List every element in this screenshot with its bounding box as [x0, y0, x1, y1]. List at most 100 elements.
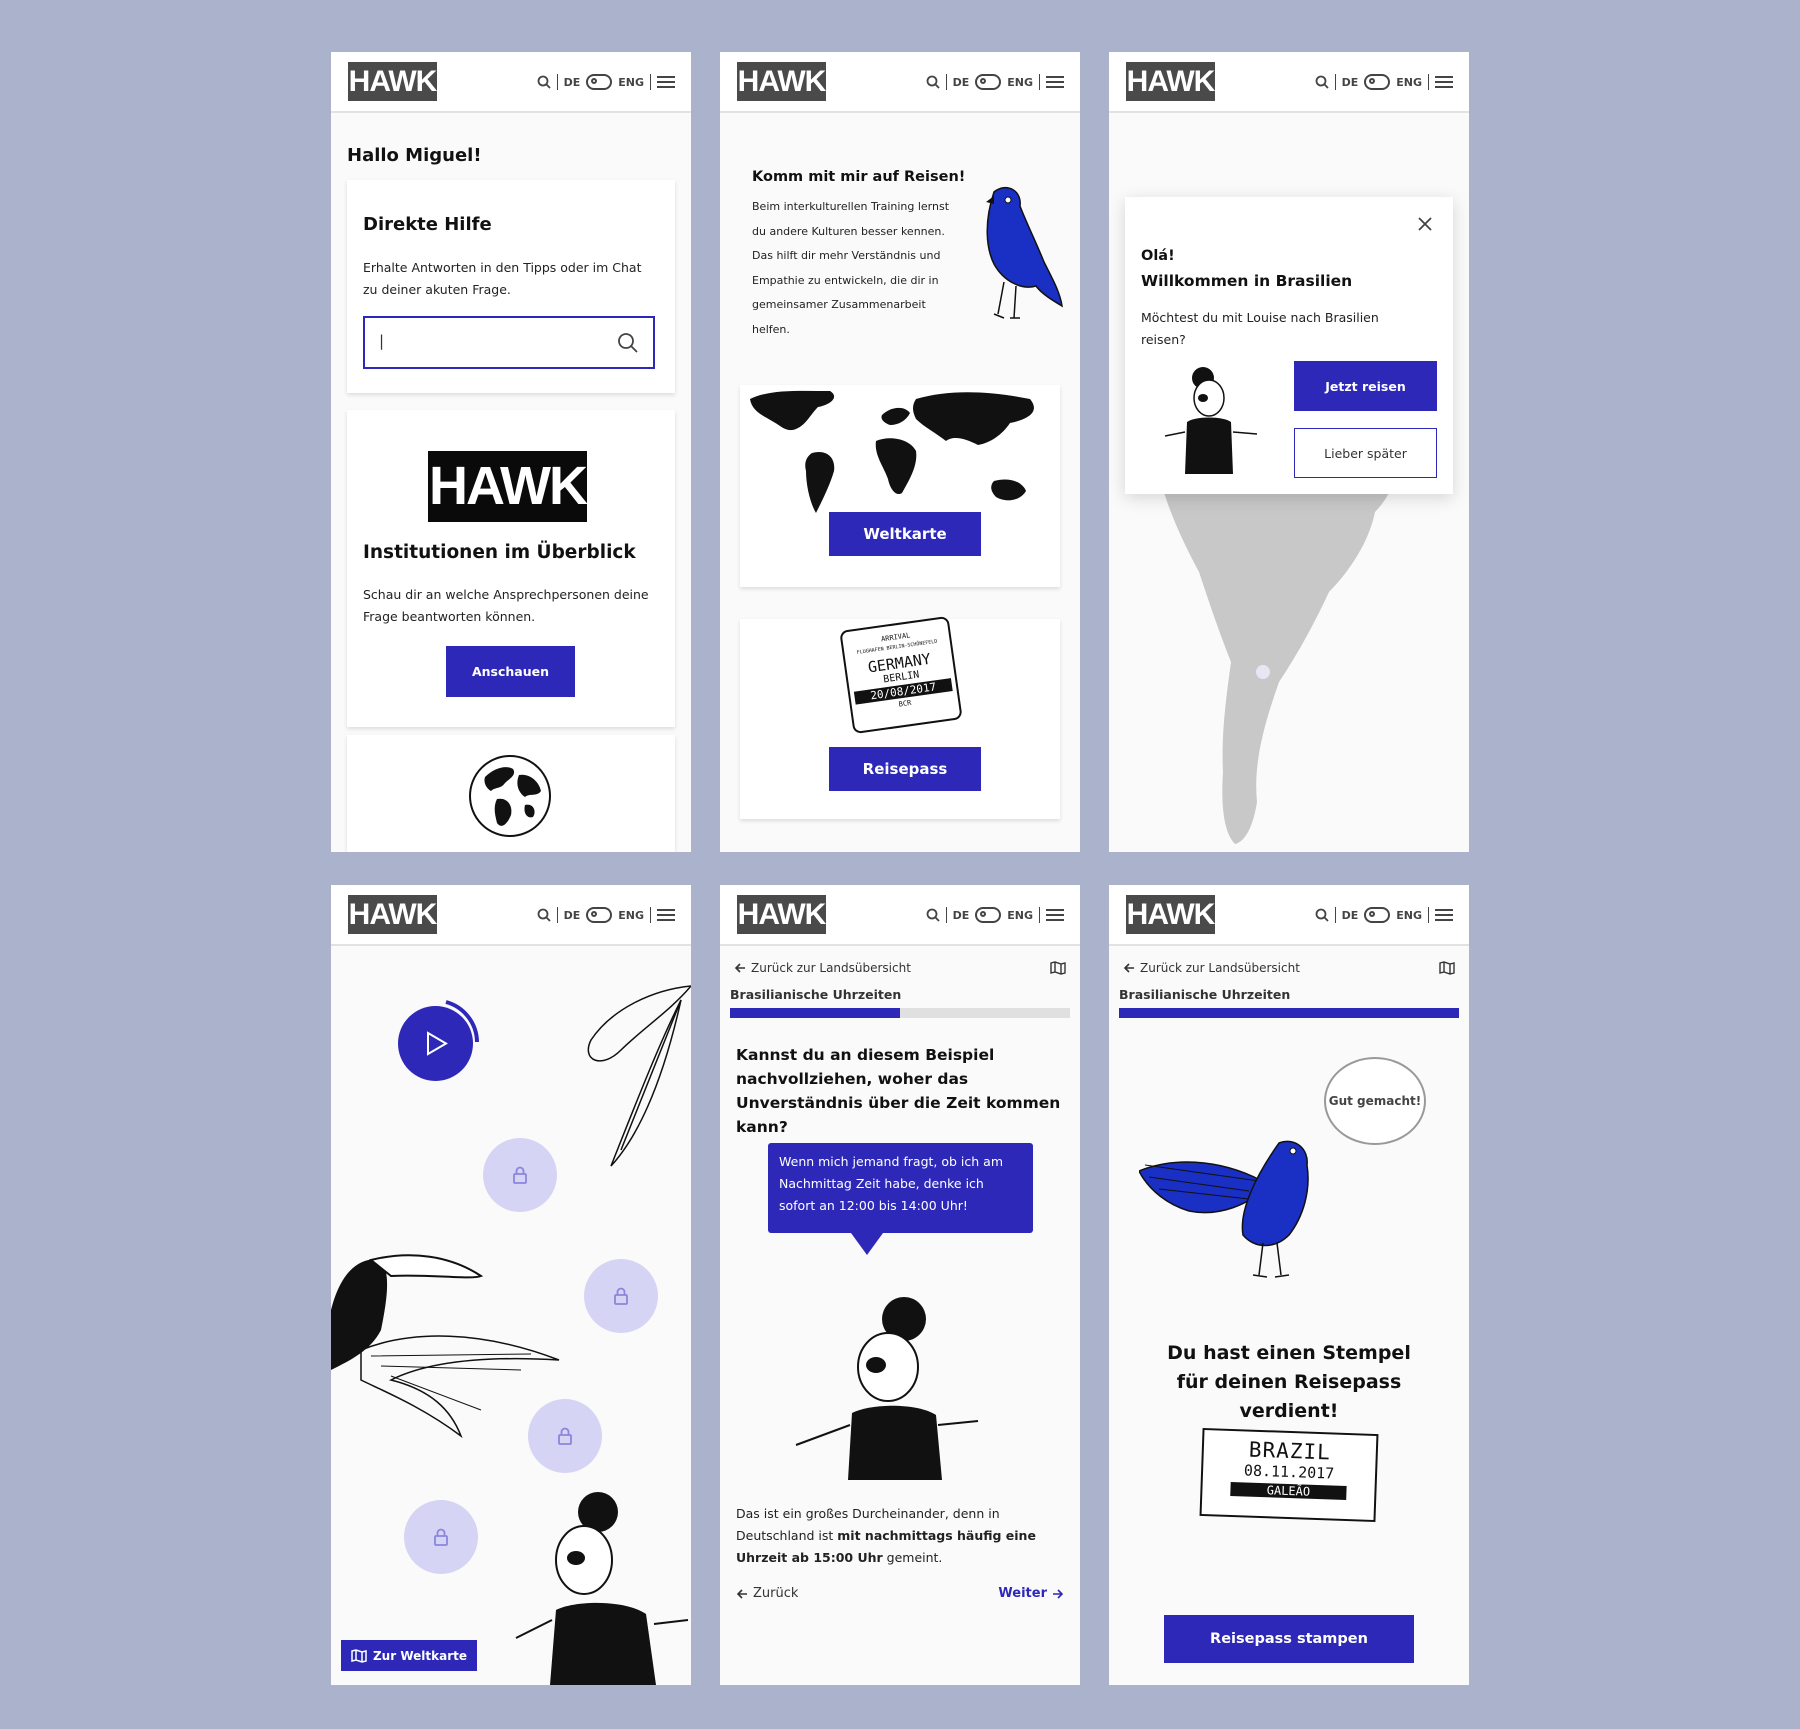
header-tools: DE ENG — [1315, 906, 1453, 924]
screen-lesson: HAWK DE ENG Zurück zur Landsübersicht Br… — [720, 885, 1080, 1685]
progress-fill — [730, 1008, 900, 1018]
header-tools: DE ENG — [537, 73, 675, 91]
language-toggle[interactable] — [1364, 907, 1391, 923]
search-icon[interactable] — [537, 75, 551, 89]
locked-level[interactable] — [584, 1259, 658, 1333]
header: HAWK DE ENG — [331, 52, 691, 113]
help-title: Direkte Hilfe — [363, 214, 492, 235]
search-icon[interactable] — [1315, 908, 1329, 922]
hawk-logo[interactable]: HAWK — [348, 62, 437, 101]
institutions-text: Schau dir an welche Ansprechpersonen dei… — [363, 587, 649, 624]
lang-de[interactable]: DE — [953, 76, 970, 89]
close-icon[interactable] — [1417, 216, 1433, 232]
toucan-illustration — [331, 1254, 560, 1439]
lang-eng[interactable]: ENG — [618, 76, 644, 89]
search-value: | — [379, 332, 385, 350]
lang-eng[interactable]: ENG — [1396, 909, 1422, 922]
back-label: Zurück zur Landsübersicht — [751, 961, 911, 975]
menu-icon[interactable] — [1435, 76, 1453, 88]
weiter-button[interactable]: Weiter — [998, 1586, 1064, 1601]
menu-icon[interactable] — [1046, 909, 1064, 921]
back-link[interactable]: Zurück zur Landsübersicht — [1123, 961, 1300, 975]
question: Kannst du an diesem Beispiel nachvollzie… — [736, 1046, 1061, 1136]
zur-weltkarte-button[interactable]: Zur Weltkarte — [341, 1640, 477, 1671]
weiter-label: Weiter — [998, 1586, 1047, 1601]
screen-home: HAWK DE ENG Hallo Miguel! Direkte Hilfe … — [331, 52, 691, 852]
hawk-logo[interactable]: HAWK — [1126, 895, 1215, 934]
language-toggle[interactable] — [586, 907, 613, 923]
search-icon[interactable] — [1315, 75, 1329, 89]
parrot-illustration — [1139, 1140, 1309, 1278]
help-card: Direkte Hilfe Erhalte Antworten in den T… — [347, 180, 675, 393]
divider — [1334, 907, 1336, 923]
back-link[interactable]: Zurück zur Landsübersicht — [734, 961, 911, 975]
hawk-logo[interactable]: HAWK — [348, 895, 437, 934]
divider — [650, 74, 651, 90]
lang-de[interactable]: DE — [564, 76, 581, 89]
screen-travel: HAWK DE ENG Komm mit mir auf Reisen! Bei… — [720, 52, 1080, 852]
hawk-logo-large: HAWK — [428, 451, 588, 522]
zurueck-button[interactable]: Zurück — [736, 1586, 798, 1601]
anschauen-button[interactable]: Anschauen — [446, 646, 575, 697]
arrow-right-icon — [1053, 1588, 1064, 1599]
menu-icon[interactable] — [1046, 76, 1064, 88]
explanation-c: gemeint. — [882, 1550, 943, 1565]
help-text: Erhalte Antworten in den Tipps oder im C… — [363, 260, 642, 297]
germany-stamp: ARRIVAL FLUGHAFEN BERLIN-SCHÖNEFELD GERM… — [839, 615, 963, 735]
language-toggle[interactable] — [586, 74, 613, 90]
divider — [1039, 907, 1040, 923]
search-input[interactable]: | — [363, 316, 655, 369]
weltkarte-button[interactable]: Weltkarte — [829, 512, 981, 556]
divider — [1039, 74, 1040, 90]
worldmap-card: Weltkarte — [740, 385, 1060, 587]
globe-icon[interactable] — [467, 753, 553, 839]
menu-icon[interactable] — [657, 76, 675, 88]
lang-de[interactable]: DE — [1342, 909, 1359, 922]
search-icon[interactable] — [537, 908, 551, 922]
map-icon[interactable] — [1439, 961, 1455, 975]
lang-eng[interactable]: ENG — [618, 909, 644, 922]
header: HAWK DE ENG — [720, 885, 1080, 946]
divider — [945, 74, 947, 90]
search-icon[interactable] — [617, 332, 639, 354]
map-icon[interactable] — [1050, 961, 1066, 975]
lang-eng[interactable]: ENG — [1396, 76, 1422, 89]
lang-de[interactable]: DE — [564, 909, 581, 922]
menu-icon[interactable] — [657, 909, 675, 921]
locked-level[interactable] — [483, 1138, 557, 1212]
hawk-logo[interactable]: HAWK — [737, 62, 826, 101]
header-tools: DE ENG — [926, 73, 1064, 91]
screen-level-map: HAWK DE ENG Zur Weltkarte — [331, 885, 691, 1685]
header: HAWK DE ENG — [331, 885, 691, 946]
jetzt-reisen-button[interactable]: Jetzt reisen — [1294, 361, 1437, 411]
parrot-illustration — [986, 186, 1063, 319]
reisepass-button[interactable]: Reisepass — [829, 747, 981, 791]
divider — [556, 907, 558, 923]
travel-text: Beim interkulturellen Training lernst du… — [752, 200, 950, 336]
bubble-tail — [851, 1233, 883, 1255]
hawk-logo[interactable]: HAWK — [1126, 62, 1215, 101]
lang-de[interactable]: DE — [1342, 76, 1359, 89]
search-icon[interactable] — [926, 908, 940, 922]
hawk-logo[interactable]: HAWK — [737, 895, 826, 934]
language-toggle[interactable] — [1364, 74, 1391, 90]
search-icon[interactable] — [926, 75, 940, 89]
reisepass-stampen-button[interactable]: Reisepass stampen — [1164, 1615, 1414, 1663]
language-toggle[interactable] — [975, 907, 1002, 923]
locked-level[interactable] — [404, 1500, 478, 1574]
stamp-airport: GALEÃO — [1230, 1481, 1347, 1501]
travel-title: Komm mit mir auf Reisen! — [752, 169, 966, 185]
lang-eng[interactable]: ENG — [1007, 76, 1033, 89]
divider — [556, 74, 558, 90]
lang-de[interactable]: DE — [953, 909, 970, 922]
menu-icon[interactable] — [1435, 909, 1453, 921]
arrow-left-icon — [736, 1588, 747, 1599]
lang-eng[interactable]: ENG — [1007, 909, 1033, 922]
header-tools: DE ENG — [537, 906, 675, 924]
language-toggle[interactable] — [975, 74, 1002, 90]
lieber-spaeter-button[interactable]: Lieber später — [1294, 428, 1437, 478]
lock-icon — [614, 1287, 628, 1305]
map-icon — [351, 1648, 367, 1663]
modal-text: Möchtest du mit Louise nach Brasilien re… — [1141, 310, 1379, 347]
stamp-message: Du hast einen Stempel für deinen Reisepa… — [1167, 1342, 1411, 1422]
